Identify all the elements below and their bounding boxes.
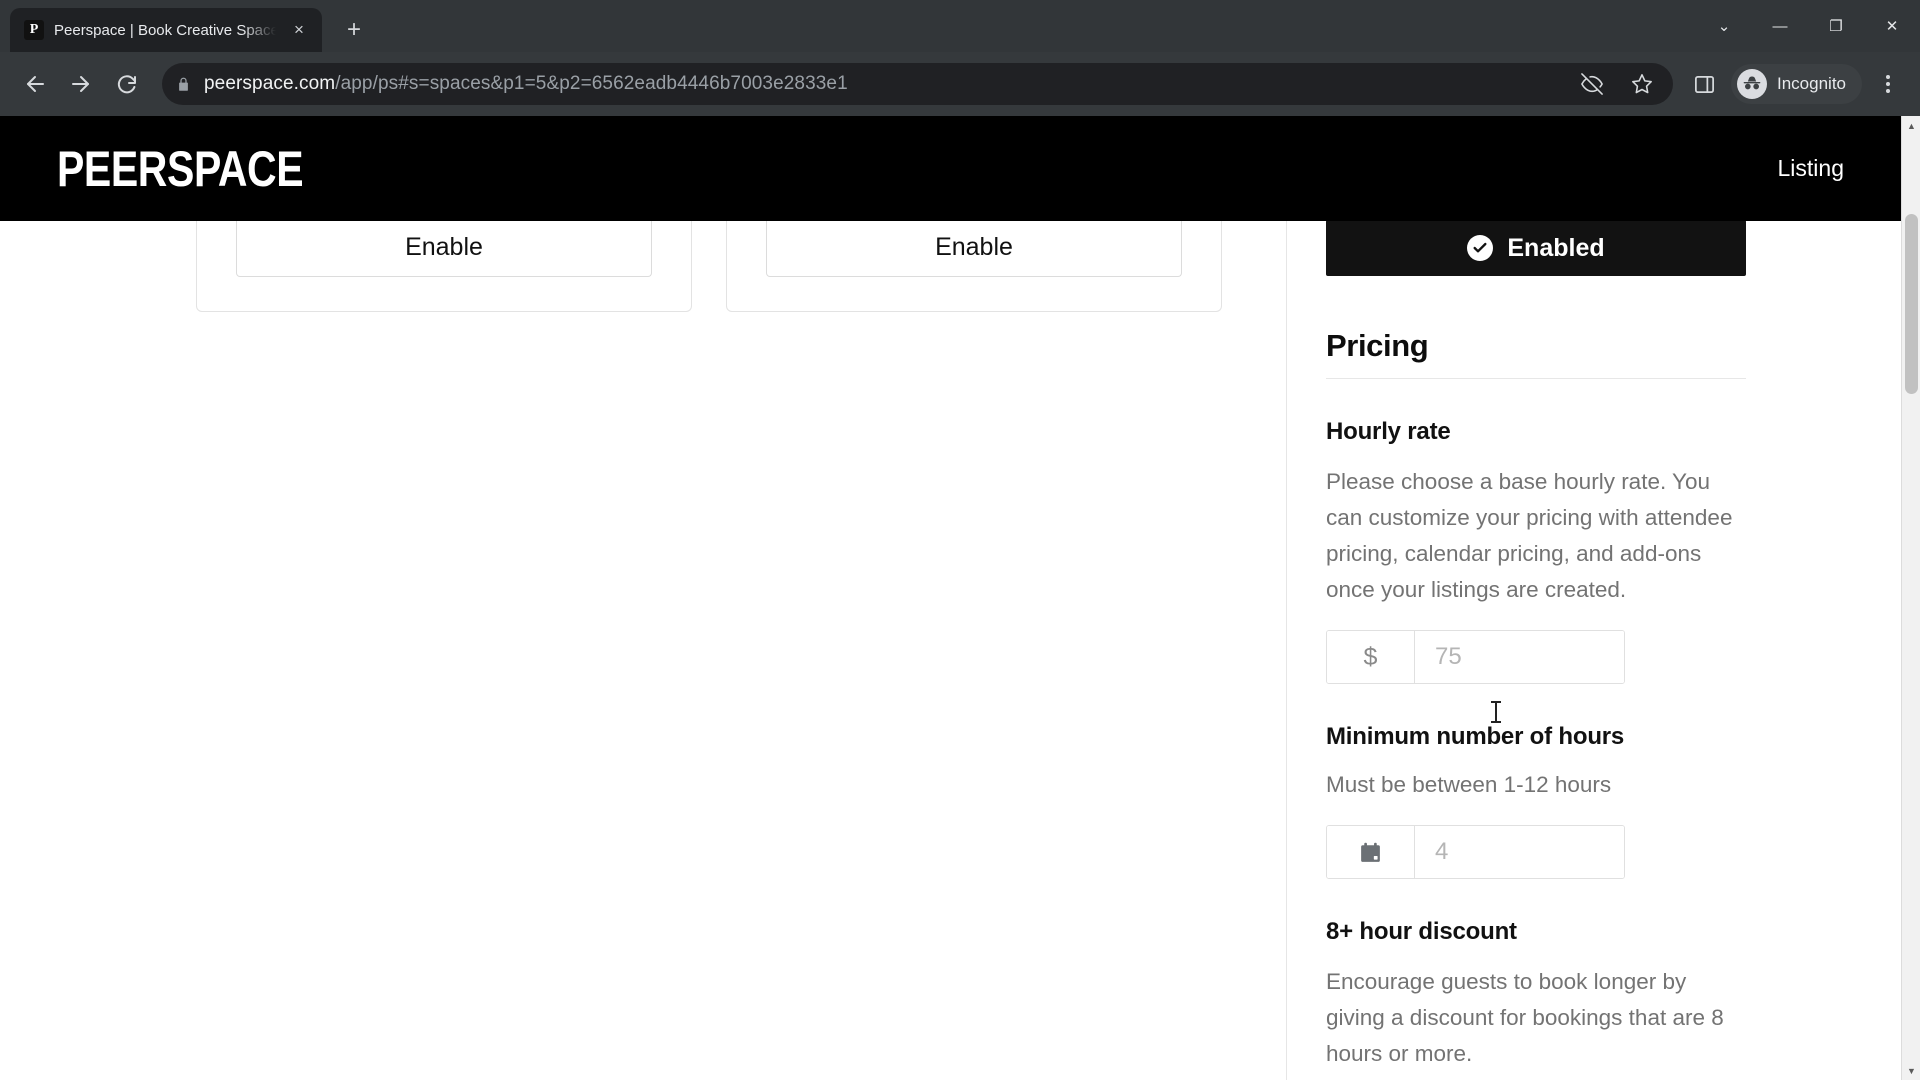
page-scrollbar[interactable]: ▲ ▼ bbox=[1901, 116, 1920, 1080]
incognito-indicator[interactable]: Incognito bbox=[1731, 64, 1862, 104]
panel-inner: Enabled Pricing Hourly rate Please choos… bbox=[1326, 221, 1746, 1072]
incognito-label: Incognito bbox=[1777, 74, 1846, 93]
browser-toolbar: peerspace.com/app/ps#s=spaces&p1=5&p2=65… bbox=[0, 52, 1920, 116]
maximize-window-button[interactable]: ❐ bbox=[1808, 0, 1864, 52]
window-controls: ⌄ — ❐ ✕ bbox=[1696, 0, 1920, 52]
padlock-icon bbox=[176, 76, 192, 93]
close-tab-icon[interactable]: × bbox=[286, 17, 312, 43]
feature-card: Enable bbox=[196, 219, 692, 312]
side-panel-icon[interactable] bbox=[1687, 67, 1721, 101]
enabled-button-label: Enabled bbox=[1507, 233, 1605, 262]
field-description-minimum-hours: Must be between 1-12 hours bbox=[1326, 772, 1612, 797]
tab-favicon-icon: P bbox=[24, 20, 44, 40]
address-bar[interactable]: peerspace.com/app/ps#s=spaces&p1=5&p2=65… bbox=[162, 63, 1673, 105]
left-column: Enable Enable bbox=[0, 219, 1286, 1080]
omnibox-actions bbox=[1575, 67, 1659, 101]
page-content: Enable Enable Enabled Pricing Hourly rat… bbox=[0, 219, 1901, 1080]
check-circle-icon bbox=[1467, 235, 1494, 261]
site-nav: Listing bbox=[1778, 155, 1844, 182]
hourly-rate-input-group[interactable]: $ bbox=[1326, 630, 1625, 684]
minimize-window-button[interactable]: — bbox=[1752, 0, 1808, 52]
url-text: peerspace.com/app/ps#s=spaces&p1=5&p2=65… bbox=[204, 73, 848, 95]
forward-arrow-icon[interactable] bbox=[60, 63, 102, 105]
scrollbar-thumb[interactable] bbox=[1905, 214, 1918, 394]
url-path: /app/ps#s=spaces&p1=5&p2=6562eadb4446b70… bbox=[335, 73, 848, 94]
scroll-down-arrow-icon[interactable]: ▼ bbox=[1902, 1061, 1920, 1080]
new-tab-button[interactable]: + bbox=[336, 12, 372, 48]
close-window-button[interactable]: ✕ bbox=[1864, 0, 1920, 52]
enable-button[interactable]: Enable bbox=[236, 219, 652, 277]
site-header: PEERSPACE Listing bbox=[0, 116, 1901, 221]
tab-search-icon[interactable]: ⌄ bbox=[1696, 0, 1752, 52]
calendar-icon bbox=[1327, 826, 1415, 878]
enabled-toggle-button[interactable]: Enabled bbox=[1326, 221, 1746, 276]
tab-strip: P Peerspace | Book Creative Space × + ⌄ … bbox=[0, 0, 1920, 52]
incognito-avatar-icon bbox=[1737, 69, 1767, 99]
nav-link-listing[interactable]: Listing bbox=[1778, 155, 1844, 182]
page-viewport: PEERSPACE Listing Enable Enable Enabled … bbox=[0, 116, 1920, 1080]
browser-window: P Peerspace | Book Creative Space × + ⌄ … bbox=[0, 0, 1920, 1080]
url-domain: peerspace.com bbox=[204, 73, 336, 94]
back-arrow-icon[interactable] bbox=[14, 63, 56, 105]
eye-slash-icon[interactable] bbox=[1575, 67, 1609, 101]
enable-button[interactable]: Enable bbox=[766, 219, 1182, 277]
dollar-sign-icon: $ bbox=[1327, 631, 1415, 683]
reload-icon[interactable] bbox=[106, 63, 148, 105]
minimum-hours-input-group[interactable] bbox=[1326, 825, 1625, 879]
three-dot-menu-icon[interactable] bbox=[1870, 64, 1906, 104]
peerspace-logo[interactable]: PEERSPACE bbox=[57, 144, 304, 194]
pricing-side-panel: Enabled Pricing Hourly rate Please choos… bbox=[1286, 221, 1901, 1080]
feature-card: Enable bbox=[726, 219, 1222, 312]
field-description-eight-hour-discount: Encourage guests to book longer by givin… bbox=[1326, 969, 1724, 1066]
field-label-hourly-rate: Hourly rate bbox=[1326, 418, 1451, 445]
browser-tab[interactable]: P Peerspace | Book Creative Space × bbox=[10, 8, 322, 52]
field-label-eight-hour-discount: 8+ hour discount bbox=[1326, 918, 1517, 945]
favicon-letter: P bbox=[29, 22, 39, 37]
star-icon[interactable] bbox=[1625, 67, 1659, 101]
field-description-hourly-rate: Please choose a base hourly rate. You ca… bbox=[1326, 469, 1733, 602]
card-row: Enable Enable bbox=[0, 219, 1286, 312]
hourly-rate-input[interactable] bbox=[1415, 631, 1624, 683]
tab-title: Peerspace | Book Creative Space bbox=[54, 21, 276, 39]
field-label-minimum-hours: Minimum number of hours bbox=[1326, 723, 1625, 750]
text-cursor bbox=[1491, 701, 1501, 723]
peerspace-page: PEERSPACE Listing Enable Enable Enabled … bbox=[0, 116, 1901, 1080]
section-title-pricing: Pricing bbox=[1326, 328, 1746, 379]
scroll-up-arrow-icon[interactable]: ▲ bbox=[1902, 116, 1920, 135]
minimum-hours-input[interactable] bbox=[1415, 826, 1624, 878]
